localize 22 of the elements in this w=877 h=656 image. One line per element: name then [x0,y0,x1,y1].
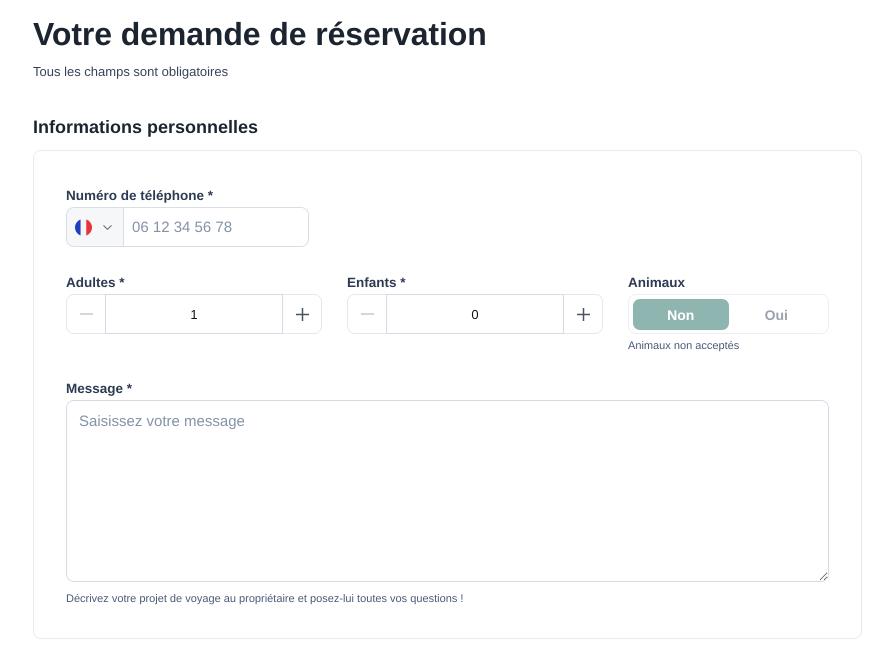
field-label: Animaux [628,274,686,291]
count-field[interactable]: 1 [105,294,283,334]
increase-button[interactable] [283,294,322,334]
plus-icon [576,308,590,320]
field-label: Message * [66,380,134,397]
field-label: Enfants * [347,274,407,291]
page-subtitle: Tous les champs sont obligatoires [33,64,230,80]
message-field[interactable]: Saisissez votre message [66,400,829,582]
field-label: Numéro de téléphone * [66,187,214,204]
phone-field[interactable]: 06 12 34 56 78 [123,207,309,247]
page-title: Votre demande de réservation [33,15,488,53]
minus-icon [360,313,374,315]
country-select[interactable] [66,207,123,247]
plus-icon [296,308,308,320]
minus-icon [80,313,92,315]
increase-button[interactable] [564,294,603,334]
field-hint: Décrivez votre projet de voyage au propriétaire et posez-lui toutes vos questions ! [66,592,464,606]
field-hint: Animaux non acceptés [628,339,740,353]
section-heading: Informations personnelles [33,116,260,138]
count-field[interactable]: 0 [386,294,564,334]
field-label: Adultes * [66,274,126,291]
flag-icon [75,218,92,236]
